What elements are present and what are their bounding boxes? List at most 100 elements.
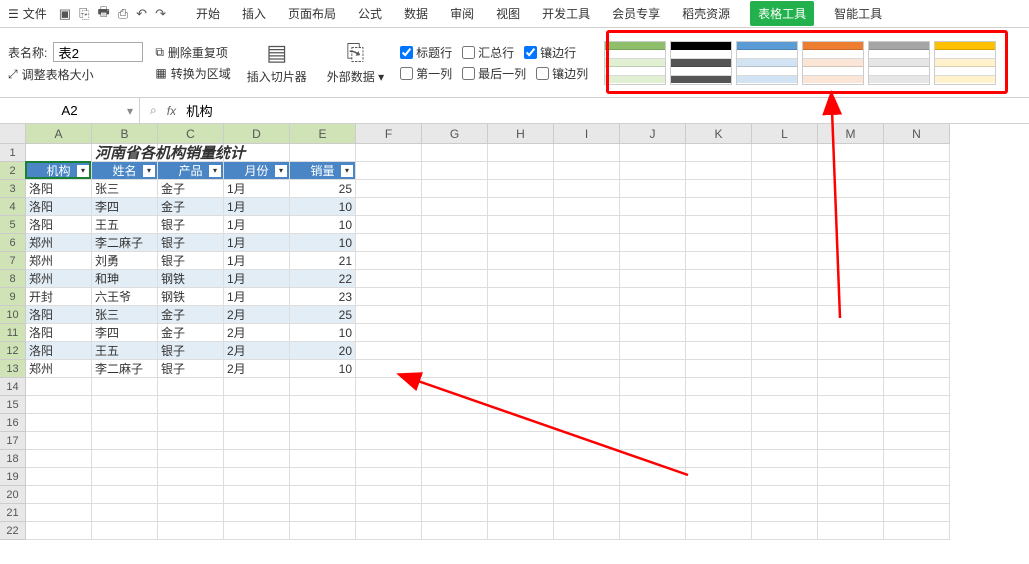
cell[interactable] [422,414,488,432]
cell[interactable] [686,270,752,288]
cell[interactable] [356,306,422,324]
table-style-swatch[interactable] [736,41,798,85]
cb-banded-row[interactable]: 镶边行 [524,44,576,61]
cell[interactable]: 1月 [224,288,290,306]
cell[interactable] [158,144,224,162]
tab-table-tools[interactable]: 表格工具 [750,1,814,26]
cell[interactable] [884,522,950,540]
cell[interactable] [686,432,752,450]
cell[interactable] [818,306,884,324]
cell[interactable]: 郑州 [26,234,92,252]
cell[interactable] [620,216,686,234]
cell[interactable] [290,468,356,486]
row-header[interactable]: 20 [0,486,26,504]
cell[interactable] [26,486,92,504]
filter-dropdown-icon[interactable]: ▾ [143,165,155,177]
cell[interactable] [26,378,92,396]
cell[interactable] [818,162,884,180]
cell[interactable] [818,234,884,252]
cell[interactable]: 洛阳 [26,180,92,198]
cell[interactable]: 洛阳 [26,216,92,234]
row-header[interactable]: 7 [0,252,26,270]
cell[interactable] [422,144,488,162]
cell[interactable] [554,144,620,162]
cell[interactable] [818,324,884,342]
column-header[interactable]: C [158,124,224,144]
cell[interactable] [488,288,554,306]
tab-formula[interactable]: 公式 [356,1,384,26]
resize-table-button[interactable]: ⤢ 调整表格大小 [8,66,143,83]
row-header[interactable]: 15 [0,396,26,414]
cb-banded-col[interactable]: 镶边列 [536,65,588,82]
tab-data[interactable]: 数据 [402,1,430,26]
cell[interactable] [884,270,950,288]
cell[interactable] [818,486,884,504]
cells-area[interactable]: 河南省各机构销量统计机构▾姓名▾产品▾月份▾销量▾洛阳张三金子1月25洛阳李四金… [26,144,1029,540]
cell[interactable] [884,432,950,450]
cell[interactable]: 钢铁 [158,270,224,288]
cell[interactable]: 洛阳 [26,198,92,216]
cell[interactable] [554,414,620,432]
cell[interactable]: 洛阳 [26,342,92,360]
cell[interactable] [686,450,752,468]
cell[interactable] [818,342,884,360]
cell[interactable] [752,378,818,396]
cell[interactable] [290,144,356,162]
cell[interactable] [356,360,422,378]
cell[interactable] [422,342,488,360]
cell[interactable] [356,396,422,414]
tab-smart[interactable]: 智能工具 [832,1,884,26]
cell[interactable] [686,198,752,216]
row-header[interactable]: 11 [0,324,26,342]
cell[interactable] [290,486,356,504]
cell[interactable] [752,414,818,432]
cell[interactable] [422,396,488,414]
cell[interactable] [290,396,356,414]
tab-home[interactable]: 开始 [194,1,222,26]
cell[interactable] [620,468,686,486]
cell[interactable] [884,360,950,378]
cell[interactable] [554,234,620,252]
redo-icon[interactable]: ↷ [155,6,166,22]
cell[interactable] [554,522,620,540]
cell[interactable] [92,468,158,486]
cell[interactable] [422,486,488,504]
cell[interactable]: 李二麻子 [92,360,158,378]
cell[interactable] [620,162,686,180]
cell[interactable] [26,432,92,450]
cell[interactable] [620,522,686,540]
cell[interactable] [356,162,422,180]
filter-dropdown-icon[interactable]: ▾ [275,165,287,177]
cell[interactable] [686,234,752,252]
tab-member[interactable]: 会员专享 [610,1,662,26]
cell[interactable] [818,468,884,486]
cell[interactable] [620,198,686,216]
table-style-swatch[interactable] [604,41,666,85]
cell[interactable] [488,432,554,450]
cell[interactable] [488,522,554,540]
cell[interactable]: 王五 [92,216,158,234]
cell[interactable]: 金子 [158,198,224,216]
column-header[interactable]: H [488,124,554,144]
cell[interactable] [488,180,554,198]
row-header[interactable]: 19 [0,468,26,486]
cell[interactable] [158,450,224,468]
cell[interactable] [620,288,686,306]
cell[interactable] [290,378,356,396]
cell[interactable]: 月份▾ [224,162,290,180]
fx-label[interactable]: fx [167,104,176,118]
cell[interactable] [686,360,752,378]
cell[interactable] [686,522,752,540]
row-header[interactable]: 14 [0,378,26,396]
cell[interactable] [620,324,686,342]
cell[interactable]: 王五 [92,342,158,360]
cell[interactable] [686,486,752,504]
cell[interactable]: 李四 [92,198,158,216]
cell[interactable] [92,378,158,396]
cell[interactable]: 20 [290,342,356,360]
cell[interactable]: 刘勇 [92,252,158,270]
cell[interactable]: 2月 [224,306,290,324]
cell[interactable] [356,324,422,342]
cell[interactable]: 和珅 [92,270,158,288]
cell[interactable] [620,450,686,468]
